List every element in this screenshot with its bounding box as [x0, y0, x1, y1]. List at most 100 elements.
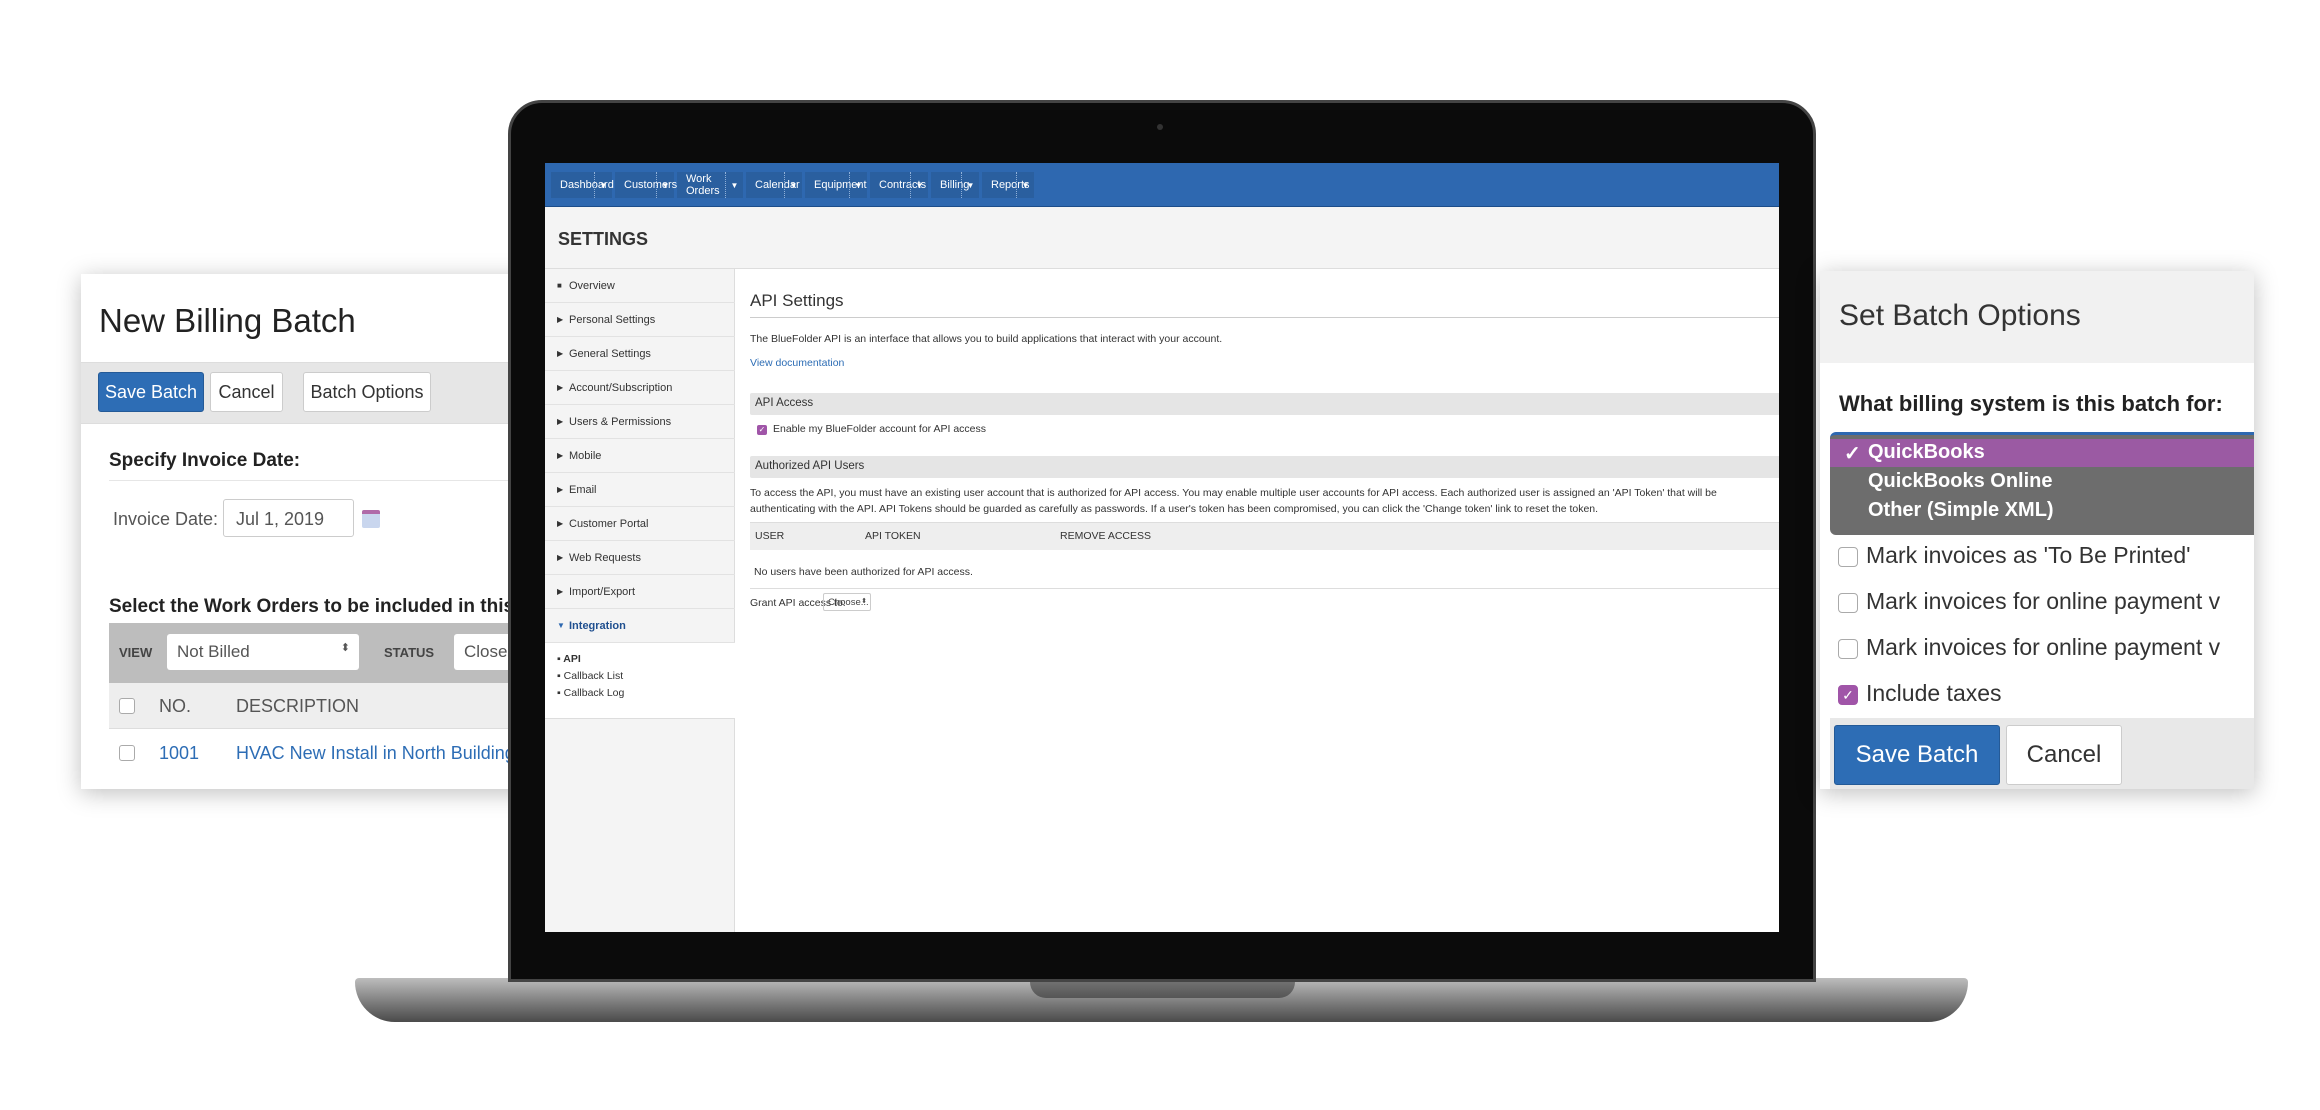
caret-down-icon[interactable]: ▼: [784, 172, 802, 198]
caret-right-icon: ▶: [557, 315, 564, 324]
option-label: Mark invoices for online payment v: [1866, 634, 2221, 660]
nav-customers[interactable]: Customers ▼: [615, 172, 677, 198]
toolbar: Save Batch Cancel Batch Options: [81, 362, 541, 424]
sidebar-item-label: Web Requests: [569, 551, 641, 564]
sidebar-item-integration[interactable]: ▼ Integration: [545, 609, 735, 643]
filter-bar: VIEW Not Billed ⬍ STATUS Closed: [109, 623, 541, 683]
enable-api-checkbox[interactable]: ✓: [757, 425, 767, 435]
caret-down-icon: ▼: [557, 621, 565, 630]
save-batch-button[interactable]: Save Batch: [98, 372, 204, 412]
option-label: QuickBooks Online: [1868, 470, 2053, 492]
calendar-icon[interactable]: [362, 510, 380, 528]
intro-text: The BlueFolder API is an interface that …: [750, 333, 1223, 345]
settings-sidebar: ■ Overview ▶ Personal Settings ▶ General Se…: [545, 269, 735, 932]
sidebar-item-web-requests[interactable]: ▶ Web Requests: [545, 541, 735, 575]
caret-right-icon: ▶: [557, 519, 564, 528]
submenu-label: Callback List: [563, 670, 624, 682]
caret-right-icon: ▶: [557, 553, 564, 562]
divider: [750, 317, 1779, 318]
square-bullet-icon: ■: [557, 281, 562, 290]
table-header: NO. DESCRIPTION: [109, 683, 539, 729]
enable-api-label: Enable my BlueFolder account for API acc…: [773, 423, 987, 435]
online-payment-checkbox[interactable]: [1838, 639, 1858, 659]
invoice-date-label: Invoice Date:: [113, 509, 219, 529]
invoice-date-input[interactable]: Jul 1, 2019: [223, 499, 354, 537]
nav-contracts[interactable]: Contracts ▼: [870, 172, 928, 198]
batch-options-button[interactable]: Batch Options: [303, 372, 431, 412]
sidebar-item-import-export[interactable]: ▶ Import/Export: [545, 575, 735, 609]
sidebar-item-label: Import/Export: [569, 585, 636, 598]
column-description: DESCRIPTION: [236, 696, 360, 716]
caret-down-icon[interactable]: ▼: [961, 172, 979, 198]
nav-equipment[interactable]: Equipment ▼: [805, 172, 867, 198]
page-title: SETTINGS: [558, 229, 649, 249]
sidebar-item-label: Users & Permissions: [569, 415, 672, 428]
view-select[interactable]: Not Billed ⬍: [167, 634, 359, 670]
submenu-label: API: [563, 653, 581, 665]
caret-right-icon: ▶: [557, 383, 564, 392]
select-all-checkbox[interactable]: [119, 698, 135, 714]
row-checkbox[interactable]: [119, 745, 135, 761]
caret-right-icon: ▶: [557, 451, 564, 460]
caret-down-icon[interactable]: ▼: [849, 172, 867, 198]
caret-down-icon[interactable]: ▼: [656, 172, 674, 198]
sidebar-item-customer-portal[interactable]: ▶ Customer Portal: [545, 507, 735, 541]
table-row: 1001 HVAC New Install in North Building: [109, 730, 539, 776]
sidebar-item-label: Personal Settings: [569, 313, 656, 326]
caret-right-icon: ▶: [557, 349, 564, 358]
new-billing-batch-panel: New Billing Batch Save Batch Cancel Batc…: [81, 274, 541, 789]
sidebar-item-email[interactable]: ▶ Email: [545, 473, 735, 507]
view-documentation-link[interactable]: View documentation: [750, 357, 844, 369]
column-user: USER: [755, 530, 785, 542]
nav-dashboard[interactable]: Dashboard ▼: [551, 172, 614, 198]
online-payment-checkbox[interactable]: [1838, 593, 1858, 613]
column-no: NO.: [159, 696, 192, 716]
caret-down-icon[interactable]: ▼: [725, 172, 743, 198]
users-table-header: USER API TOKEN REMOVE ACCESS: [750, 522, 1779, 550]
view-label: VIEW: [119, 645, 153, 660]
sidebar-item-general-settings[interactable]: ▶ General Settings: [545, 337, 735, 371]
submenu-item-callback-log[interactable]: ▪ Callback Log: [557, 687, 624, 699]
billing-system-dropdown[interactable]: ✓ QuickBooks QuickBooks Online Other (Sim…: [1830, 432, 2254, 535]
nav-reports[interactable]: Reports ▼: [982, 172, 1034, 198]
panel-title: New Billing Batch: [99, 302, 356, 339]
column-api-token: API TOKEN: [865, 530, 921, 542]
caret-down-icon[interactable]: ▼: [910, 172, 928, 198]
sidebar-item-personal-settings[interactable]: ▶ Personal Settings: [545, 303, 735, 337]
work-order-number-link[interactable]: 1001: [159, 743, 199, 764]
cancel-button[interactable]: Cancel: [210, 372, 283, 412]
nav-calendar[interactable]: Calendar ▼: [746, 172, 802, 198]
invoice-section-heading: Specify Invoice Date:: [109, 450, 301, 471]
option-other-simple-xml[interactable]: Other (Simple XML): [1830, 497, 2254, 525]
grant-access-select[interactable]: Choose... ⬍: [823, 593, 871, 611]
caret-right-icon: ▶: [557, 485, 564, 494]
users-description: To access the API, you must have an exis…: [750, 487, 1717, 499]
sidebar-item-mobile[interactable]: ▶ Mobile: [545, 439, 735, 473]
nav-billing[interactable]: Billing ▼: [931, 172, 979, 198]
submenu-item-api[interactable]: ▪ API: [557, 653, 581, 665]
users-description: authenticating with the API. API Tokens …: [750, 503, 1599, 515]
option-quickbooks[interactable]: ✓ QuickBooks: [1830, 439, 2254, 467]
cancel-button[interactable]: Cancel: [2006, 725, 2122, 785]
work-order-description-link[interactable]: HVAC New Install in North Building: [236, 743, 515, 764]
sidebar-item-label: Mobile: [569, 449, 602, 462]
caret-down-icon[interactable]: ▼: [1016, 172, 1034, 198]
set-batch-options-panel: Set Batch Options What billing system is…: [1820, 271, 2254, 789]
sidebar-item-label: General Settings: [569, 347, 651, 360]
caret-down-icon[interactable]: ▼: [594, 172, 612, 198]
sidebar-item-overview[interactable]: ■ Overview: [545, 269, 735, 303]
integration-submenu: ▪ API ▪ Callback List ▪ Callback Log: [545, 643, 735, 719]
option-quickbooks-online[interactable]: QuickBooks Online: [1830, 468, 2254, 496]
settings-content: API Settings The BlueFolder API is an in…: [735, 269, 1779, 932]
to-be-printed-checkbox[interactable]: [1838, 547, 1858, 567]
column-remove-access: REMOVE ACCESS: [1060, 530, 1152, 542]
nav-work-orders[interactable]: Work Orders ▼: [677, 172, 743, 198]
submenu-item-callback-list[interactable]: ▪ Callback List: [557, 670, 623, 682]
include-taxes-checkbox[interactable]: ✓: [1838, 685, 1858, 705]
authorized-users-section: Authorized API Users: [750, 456, 1779, 478]
save-batch-button[interactable]: Save Batch: [1834, 725, 2000, 785]
option-label: Other (Simple XML): [1868, 499, 2054, 521]
main-nav: Dashboard ▼ Customers ▼ Work Orders ▼ Calen…: [545, 163, 1779, 207]
sidebar-item-account-subscription[interactable]: ▶ Account/Subscription: [545, 371, 735, 405]
sidebar-item-users-permissions[interactable]: ▶ Users & Permissions: [545, 405, 735, 439]
